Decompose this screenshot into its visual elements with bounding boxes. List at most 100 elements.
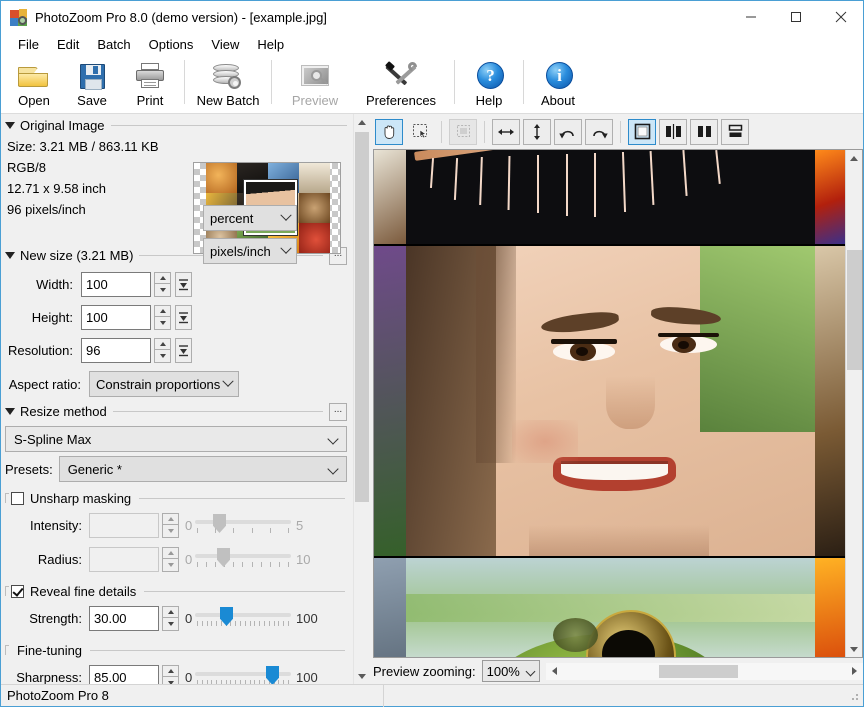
settings-scrollbar[interactable] bbox=[353, 114, 369, 684]
height-stepper[interactable] bbox=[154, 305, 171, 330]
scroll-right-button[interactable] bbox=[846, 663, 863, 680]
print-button[interactable]: Print bbox=[121, 56, 179, 111]
preview-scroll-up-button[interactable] bbox=[846, 150, 862, 166]
preferences-button[interactable]: Preferences bbox=[353, 56, 449, 111]
open-button[interactable]: Open bbox=[5, 56, 63, 111]
resize-method-select[interactable]: S-Spline Max bbox=[5, 426, 347, 452]
app-logo-icon bbox=[10, 9, 27, 26]
resolution-stepper-up[interactable] bbox=[154, 338, 171, 350]
status-bar: PhotoZoom Pro 8 bbox=[1, 684, 863, 706]
fit-height-button[interactable] bbox=[523, 119, 551, 145]
help-button[interactable]: ? Help bbox=[460, 56, 518, 111]
sharpness-stepper[interactable] bbox=[162, 665, 179, 685]
size-unit-value: percent bbox=[210, 211, 253, 226]
single-view-button[interactable] bbox=[628, 119, 656, 145]
close-button[interactable] bbox=[818, 1, 863, 33]
settings-scroll-area: Original Image Size: 3.21 MB / 863.11 KB… bbox=[1, 114, 353, 684]
sharpness-stepper-up[interactable] bbox=[162, 665, 179, 677]
divider bbox=[144, 591, 345, 592]
preview-tile-row-3 bbox=[374, 558, 845, 657]
strength-input[interactable] bbox=[89, 606, 159, 631]
menu-view[interactable]: View bbox=[202, 35, 248, 54]
preview-scroll-down-button[interactable] bbox=[846, 641, 862, 657]
strength-stepper-up[interactable] bbox=[162, 606, 179, 618]
scroll-left-button[interactable] bbox=[546, 663, 563, 680]
aspect-ratio-select[interactable]: Constrain proportions bbox=[89, 371, 239, 397]
split-view-button[interactable] bbox=[659, 119, 687, 145]
maximize-button[interactable] bbox=[773, 1, 818, 33]
divider bbox=[90, 650, 345, 651]
sharpness-input[interactable] bbox=[89, 665, 159, 685]
marquee-select-tool-button[interactable] bbox=[406, 119, 434, 145]
presets-label: Presets: bbox=[5, 462, 53, 477]
strength-stepper-down[interactable] bbox=[162, 618, 179, 631]
stacked-view-button[interactable] bbox=[721, 119, 749, 145]
preview-viewport[interactable] bbox=[373, 149, 863, 658]
about-button[interactable]: i About bbox=[529, 56, 587, 111]
new-batch-button[interactable]: New Batch bbox=[190, 56, 266, 111]
height-stepper-down[interactable] bbox=[154, 317, 171, 330]
rotate-left-button[interactable] bbox=[554, 119, 582, 145]
resolution-input[interactable] bbox=[81, 338, 151, 363]
width-reset-button[interactable] bbox=[175, 272, 192, 297]
preview-scrollbar-thumb[interactable] bbox=[847, 250, 862, 370]
scrollbar-thumb[interactable] bbox=[355, 132, 369, 502]
toolbar-separator bbox=[441, 121, 442, 143]
reveal-fine-details-checkbox[interactable] bbox=[11, 585, 24, 598]
preview-zoom-select[interactable]: 100% bbox=[482, 660, 540, 682]
sharpness-stepper-down[interactable] bbox=[162, 677, 179, 685]
rotate-right-button[interactable] bbox=[585, 119, 613, 145]
menu-edit[interactable]: Edit bbox=[48, 35, 88, 54]
save-button[interactable]: Save bbox=[63, 56, 121, 111]
resolution-stepper-down[interactable] bbox=[154, 350, 171, 363]
minimize-button[interactable] bbox=[728, 1, 773, 33]
pan-hand-tool-button[interactable] bbox=[375, 119, 403, 145]
strength-stepper[interactable] bbox=[162, 606, 179, 631]
height-reset-button[interactable] bbox=[175, 305, 192, 330]
resolution-stepper[interactable] bbox=[154, 338, 171, 363]
sharpness-slider[interactable] bbox=[195, 663, 291, 684]
presets-select[interactable]: Generic * bbox=[59, 456, 347, 482]
scrollbar-track[interactable] bbox=[563, 663, 846, 680]
menu-help[interactable]: Help bbox=[248, 35, 293, 54]
divider bbox=[113, 411, 323, 412]
scrollbar-thumb[interactable] bbox=[659, 665, 738, 678]
height-stepper-up[interactable] bbox=[154, 305, 171, 317]
preview-image[interactable] bbox=[374, 150, 845, 657]
aspect-ratio-value: Constrain proportions bbox=[96, 377, 220, 392]
width-stepper-up[interactable] bbox=[154, 272, 171, 284]
side-by-side-view-button[interactable] bbox=[690, 119, 718, 145]
thumb-tile bbox=[299, 163, 330, 193]
scroll-up-button[interactable] bbox=[354, 114, 370, 130]
menu-options[interactable]: Options bbox=[140, 35, 203, 54]
unsharp-masking-checkbox[interactable] bbox=[11, 492, 24, 505]
group-bracket bbox=[5, 586, 9, 596]
menu-batch[interactable]: Batch bbox=[88, 35, 139, 54]
resize-method-options-button[interactable]: ... bbox=[329, 403, 347, 421]
slider-track bbox=[195, 554, 291, 558]
original-image-section-header[interactable]: Original Image bbox=[1, 114, 353, 136]
menu-file[interactable]: File bbox=[9, 35, 48, 54]
resolution-reset-button[interactable] bbox=[175, 338, 192, 363]
slider-track bbox=[195, 520, 291, 524]
height-input[interactable] bbox=[81, 305, 151, 330]
resize-grip-icon[interactable] bbox=[848, 690, 860, 702]
intensity-slider bbox=[195, 511, 291, 539]
fit-width-button[interactable] bbox=[492, 119, 520, 145]
intensity-min: 0 bbox=[179, 518, 195, 533]
preview-horizontal-scrollbar[interactable] bbox=[546, 663, 863, 680]
strength-slider[interactable] bbox=[195, 604, 291, 632]
scroll-down-button[interactable] bbox=[354, 668, 370, 684]
height-row: Height: bbox=[1, 302, 353, 332]
resize-method-section-header[interactable]: Resize method ... bbox=[1, 400, 353, 422]
resolution-unit-select[interactable]: pixels/inch bbox=[203, 238, 297, 264]
application-window: PhotoZoom Pro 8.0 (demo version) - [exam… bbox=[0, 0, 864, 707]
width-input[interactable] bbox=[81, 272, 151, 297]
slider-track[interactable] bbox=[195, 613, 291, 617]
width-stepper[interactable] bbox=[154, 272, 171, 297]
preview-vertical-scrollbar[interactable] bbox=[845, 150, 862, 657]
width-stepper-down[interactable] bbox=[154, 284, 171, 297]
height-label: Height: bbox=[1, 310, 81, 325]
aspect-ratio-row: Aspect ratio: Constrain proportions bbox=[1, 370, 353, 398]
size-unit-select[interactable]: percent bbox=[203, 205, 297, 231]
